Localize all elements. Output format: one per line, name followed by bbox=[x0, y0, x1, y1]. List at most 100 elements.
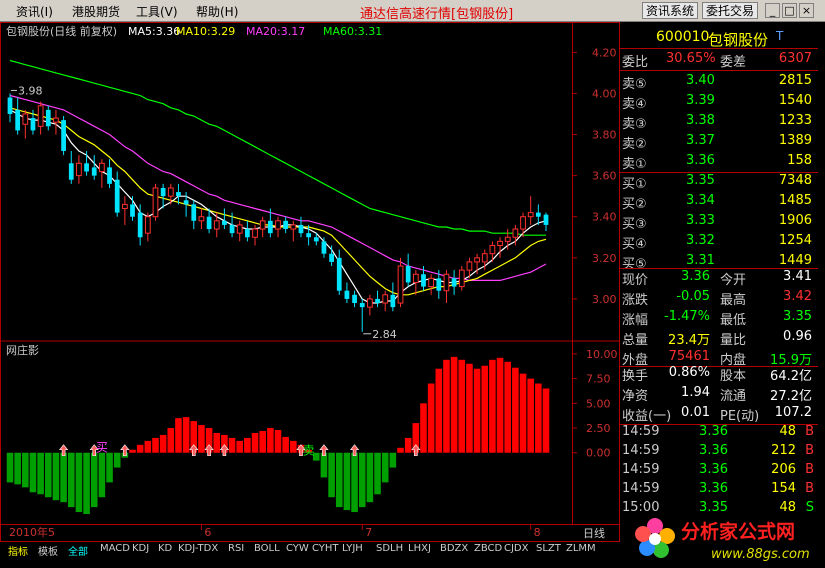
candle[interactable] bbox=[130, 196, 135, 221]
candle[interactable] bbox=[7, 93, 13, 123]
fundamental-label: 换手 bbox=[622, 369, 649, 384]
candle[interactable] bbox=[543, 212, 549, 232]
stat-row: 涨幅 -1.47% 最低 3.35 bbox=[620, 308, 818, 328]
menu-help[interactable]: 帮助(H) bbox=[196, 3, 238, 20]
candle[interactable] bbox=[367, 294, 373, 316]
tab-kdj-tdx[interactable]: KDJ-TDX bbox=[178, 543, 218, 554]
sell-marker: 卖 bbox=[303, 444, 315, 458]
candle[interactable] bbox=[76, 155, 82, 184]
tab-cjdx[interactable]: CJDX bbox=[504, 543, 528, 554]
indicator-bar bbox=[274, 430, 282, 453]
tab-模板[interactable]: 模板 bbox=[38, 543, 58, 558]
menu-hk-futures[interactable]: 港股期货 bbox=[72, 3, 120, 20]
candle[interactable] bbox=[191, 200, 197, 230]
tab-全部[interactable]: 全部 bbox=[68, 543, 88, 558]
tab-zbcd[interactable]: ZBCD bbox=[474, 543, 502, 554]
candle[interactable] bbox=[121, 196, 128, 225]
candle[interactable] bbox=[352, 290, 357, 308]
indicator-bar bbox=[182, 417, 190, 453]
ask-price: 3.36 bbox=[686, 153, 715, 168]
price-tick-label: 4.20 bbox=[592, 46, 617, 59]
candle[interactable] bbox=[144, 212, 151, 242]
minimize-button[interactable]: _ bbox=[765, 3, 780, 18]
period-label[interactable]: 日线 bbox=[583, 526, 605, 540]
info-system-button[interactable]: 资讯系统 bbox=[642, 2, 699, 19]
candle[interactable] bbox=[91, 155, 97, 180]
candle[interactable] bbox=[397, 257, 404, 308]
candle[interactable] bbox=[344, 282, 350, 304]
candle[interactable] bbox=[45, 105, 51, 131]
indicator-bar bbox=[129, 449, 136, 453]
candle[interactable] bbox=[22, 109, 29, 139]
tab-bdzx[interactable]: BDZX bbox=[440, 543, 468, 554]
candle[interactable] bbox=[359, 298, 365, 332]
candle[interactable] bbox=[375, 290, 380, 308]
chart-area[interactable]: 包钢股份(日线 前复权) MA5:3.36MA10:3.29 MA20:3.17 MA… bbox=[0, 22, 620, 542]
tab-macd[interactable]: MACD bbox=[100, 543, 130, 554]
candle[interactable] bbox=[107, 159, 112, 188]
candle[interactable] bbox=[198, 208, 205, 230]
indicator-bar bbox=[466, 363, 473, 453]
candle[interactable] bbox=[458, 266, 465, 291]
candle[interactable] bbox=[213, 212, 220, 238]
ask-label: 卖① bbox=[622, 157, 647, 172]
bid-volume: 1254 bbox=[778, 233, 812, 248]
candle[interactable] bbox=[61, 116, 66, 156]
tab-boll[interactable]: BOLL bbox=[254, 543, 280, 554]
stock-title-row: 600010 包钢股份 T bbox=[620, 28, 818, 49]
indicator-bar bbox=[404, 437, 412, 453]
bid-label: 买③ bbox=[622, 217, 647, 232]
menu-info[interactable]: 资讯(I) bbox=[16, 3, 53, 20]
tab-lyjh[interactable]: LYJH bbox=[342, 543, 363, 554]
candle[interactable] bbox=[520, 212, 526, 238]
candle[interactable] bbox=[244, 220, 250, 242]
tab-kd[interactable]: KD bbox=[158, 543, 172, 554]
tab-sdlh[interactable]: SDLH bbox=[376, 543, 403, 554]
indicator-bar bbox=[343, 452, 351, 511]
candle[interactable] bbox=[152, 183, 159, 221]
tab-cyht[interactable]: CYHT bbox=[312, 543, 339, 554]
candle[interactable] bbox=[99, 159, 105, 188]
tab-cyw[interactable]: CYW bbox=[286, 543, 309, 554]
candle[interactable] bbox=[37, 101, 44, 135]
candle[interactable] bbox=[53, 109, 59, 135]
tab-指标[interactable]: 指标 bbox=[8, 543, 28, 558]
candle[interactable] bbox=[412, 270, 419, 295]
bid-price: 3.35 bbox=[686, 173, 715, 188]
candle[interactable] bbox=[290, 220, 297, 242]
indicator-bar bbox=[236, 440, 244, 453]
maximize-button[interactable]: □ bbox=[782, 3, 797, 18]
stat-label: 涨幅 bbox=[622, 313, 649, 328]
tab-kdj[interactable]: KDJ bbox=[132, 543, 149, 554]
close-button[interactable]: × bbox=[799, 3, 814, 18]
candle[interactable] bbox=[222, 208, 227, 230]
tick-side: B bbox=[805, 481, 814, 496]
trade-button[interactable]: 委托交易 bbox=[702, 2, 759, 19]
candle[interactable] bbox=[15, 97, 21, 135]
candle[interactable] bbox=[275, 216, 281, 238]
candle[interactable] bbox=[405, 253, 411, 287]
candle[interactable] bbox=[236, 220, 243, 242]
candle[interactable] bbox=[68, 150, 74, 184]
menu-tools[interactable]: 工具(V) bbox=[136, 3, 178, 20]
candle[interactable] bbox=[259, 216, 266, 238]
bid-label: 买① bbox=[622, 177, 647, 192]
tab-zlmm[interactable]: ZLMM bbox=[566, 543, 596, 554]
candle[interactable] bbox=[390, 282, 396, 312]
candle[interactable] bbox=[497, 237, 503, 258]
candle[interactable] bbox=[527, 196, 534, 225]
weicha-label: 委差 bbox=[720, 55, 747, 70]
tab-lhxj[interactable]: LHXJ bbox=[408, 543, 431, 554]
candle[interactable] bbox=[382, 290, 389, 312]
candle[interactable] bbox=[336, 249, 342, 295]
indicator-bar bbox=[420, 403, 427, 453]
candle[interactable] bbox=[114, 171, 120, 217]
tab-rsi[interactable]: RSI bbox=[228, 543, 244, 554]
candle[interactable] bbox=[451, 270, 457, 295]
candle[interactable] bbox=[443, 270, 450, 304]
candle[interactable] bbox=[428, 274, 435, 295]
candle[interactable] bbox=[160, 183, 166, 209]
tab-slzt[interactable]: SLZT bbox=[536, 543, 561, 554]
candle[interactable] bbox=[283, 216, 289, 234]
tick-price: 3.36 bbox=[699, 424, 728, 439]
